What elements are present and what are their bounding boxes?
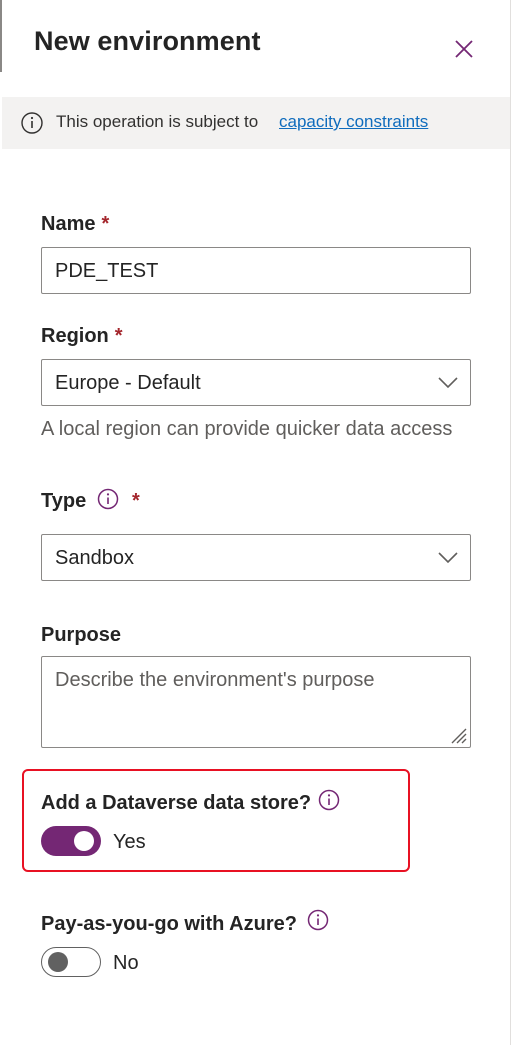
info-message: This operation is subject to [56, 112, 259, 131]
region-dropdown[interactable]: Europe - Default [41, 359, 471, 406]
type-dropdown-value: Sandbox [55, 547, 134, 569]
chevron-down-icon [438, 377, 458, 389]
required-mark: * [114, 325, 123, 347]
dataverse-info-icon[interactable] [318, 789, 340, 811]
type-label-text: Type [41, 490, 87, 512]
purpose-placeholder: Describe the environment's purpose [55, 669, 375, 691]
chevron-down-icon [438, 552, 458, 564]
name-label: Name * [41, 213, 109, 236]
region-dropdown-value: Europe - Default [55, 372, 201, 394]
type-info-icon[interactable] [97, 488, 119, 510]
type-label: Type [41, 490, 86, 513]
purpose-label: Purpose [41, 624, 122, 646]
toggle-knob [74, 831, 94, 851]
name-input[interactable]: PDE_TEST [41, 247, 471, 294]
panel-left-edge [0, 0, 2, 72]
region-label-text: Region [41, 325, 109, 347]
payg-info-icon[interactable] [307, 909, 329, 931]
dataverse-toggle[interactable] [41, 826, 101, 856]
name-input-value: PDE_TEST [55, 260, 159, 282]
payg-toggle-state: No [113, 952, 139, 974]
region-label: Region * [41, 325, 123, 348]
payg-label: Pay-as-you-go with Azure? [41, 913, 297, 935]
type-required-mark: * [132, 490, 140, 512]
resize-grip-icon[interactable] [446, 723, 468, 745]
purpose-textarea[interactable]: Describe the environment's purpose [41, 656, 471, 748]
capacity-info-bar: This operation is subject to capacity co… [2, 97, 510, 149]
required-mark: * [101, 213, 110, 235]
info-icon [21, 112, 43, 134]
dataverse-toggle-state: Yes [113, 831, 146, 853]
type-dropdown[interactable]: Sandbox [41, 534, 471, 581]
payg-toggle[interactable] [41, 947, 101, 977]
name-label-text: Name [41, 213, 96, 235]
capacity-constraints-link[interactable]: capacity constraints [279, 112, 428, 132]
toggle-knob [48, 952, 68, 972]
highlight-box [22, 769, 410, 872]
close-icon [455, 40, 473, 58]
region-hint: A local region can provide quicker data … [41, 418, 453, 440]
close-button[interactable] [448, 33, 480, 65]
panel-title: New environment [34, 26, 261, 56]
dataverse-label: Add a Dataverse data store? [41, 792, 312, 814]
